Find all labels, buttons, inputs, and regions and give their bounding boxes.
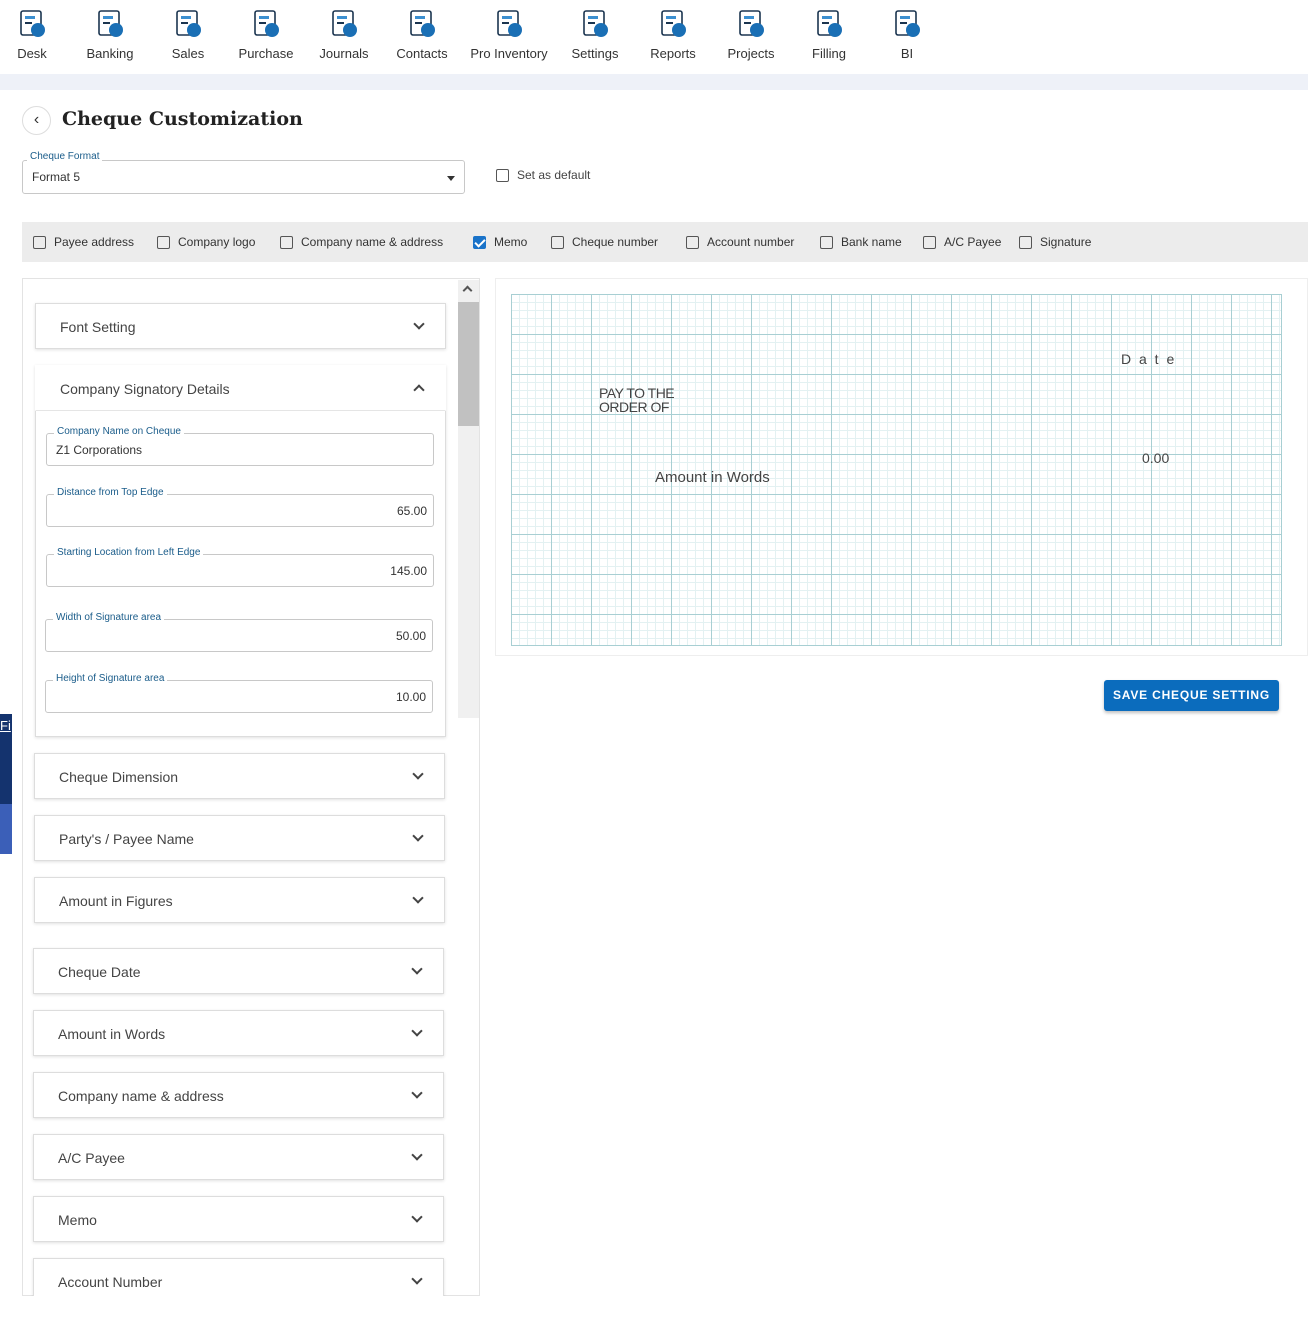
checkbox[interactable] <box>551 236 564 250</box>
nav-pro-inventory[interactable]: Pro Inventory <box>459 0 559 74</box>
field-company-name-on-cheque[interactable]: Z1 Corporations <box>46 433 434 466</box>
field-width-of-signature-area[interactable]: 50.00 <box>45 619 433 652</box>
nav-contacts[interactable]: Contacts <box>383 0 461 74</box>
chevron-down-icon <box>412 830 424 842</box>
field-height-of-signature-area[interactable]: 10.00 <box>45 680 433 713</box>
preview-amount: 0.00 <box>1142 450 1170 466</box>
accordion-font-setting[interactable]: Font Setting <box>35 303 446 349</box>
chevron-down-icon <box>411 1025 423 1037</box>
checkbox[interactable] <box>157 236 170 250</box>
checkbox[interactable] <box>820 236 833 250</box>
nav-journals[interactable]: Journals <box>305 0 383 74</box>
contacts-icon <box>410 10 435 37</box>
journals-icon <box>332 10 357 37</box>
toggle-company-name-address[interactable]: Company name & address <box>280 235 443 250</box>
cheque-preview-grid: D a t e PAY TO THE ORDER OF 0.00 Amount i… <box>511 294 1282 646</box>
chevron-down-icon <box>412 892 424 904</box>
set-default-checkbox[interactable]: Set as default <box>496 168 590 183</box>
top-nav: Desk Banking Sales Purchase Journals Contacts… <box>0 0 1308 74</box>
nav-settings[interactable]: Settings <box>556 0 634 74</box>
toggle-a-c-payee[interactable]: A/C Payee <box>923 235 1001 250</box>
accordion-a-c-payee[interactable]: A/C Payee <box>33 1134 444 1180</box>
toggle-payee-address[interactable]: Payee address <box>33 235 134 250</box>
checkbox[interactable] <box>280 236 293 250</box>
chevron-down-icon <box>413 318 425 330</box>
toggle-memo[interactable]: Memo <box>473 235 527 250</box>
checkbox[interactable] <box>923 236 936 250</box>
bank-icon <box>98 10 123 37</box>
purchase-icon <box>254 10 279 37</box>
reports-icon <box>661 10 686 37</box>
background-window-fragment: Fi <box>0 714 12 854</box>
background-fragment-text: Fi <box>0 718 11 733</box>
accordion-cheque-dimension[interactable]: Cheque Dimension <box>34 753 445 799</box>
cheque-format-value: Format 5 <box>32 170 81 184</box>
nav-banking[interactable]: Banking <box>71 0 149 74</box>
chevron-down-icon <box>411 1087 423 1099</box>
nav-reports[interactable]: Reports <box>634 0 712 74</box>
accordion-amount-in-words[interactable]: Amount in Words <box>33 1010 444 1056</box>
projects-icon <box>739 10 764 37</box>
scrollbar[interactable] <box>458 280 479 718</box>
chevron-down-icon <box>411 1149 423 1161</box>
field-label: Distance from Top Edge <box>54 487 167 498</box>
field-distance-from-top-edge[interactable]: 65.00 <box>46 494 434 527</box>
chevron-down-icon <box>411 963 423 975</box>
scrollbar-thumb <box>458 302 479 426</box>
nav-bi[interactable]: BI <box>868 0 946 74</box>
inventory-icon <box>497 10 522 37</box>
accordion-company-name-address[interactable]: Company name & address <box>33 1072 444 1118</box>
field-label: Company Name on Cheque <box>54 426 184 437</box>
accordion-memo[interactable]: Memo <box>33 1196 444 1242</box>
toggle-cheque-number[interactable]: Cheque number <box>551 235 658 250</box>
field-toggle-bar: Payee address Company logo Company name & … <box>22 222 1308 262</box>
checkbox[interactable] <box>33 236 46 250</box>
save-cheque-setting-button[interactable]: SAVE CHEQUE SETTING <box>1104 680 1279 711</box>
accordion-cheque-date[interactable]: Cheque Date <box>33 948 444 994</box>
sales-icon <box>176 10 201 37</box>
page-title: Cheque Customization <box>62 108 303 130</box>
nav-desk[interactable]: Desk <box>0 0 71 74</box>
filling-icon <box>817 10 842 37</box>
field-label: Height of Signature area <box>53 673 168 684</box>
toggle-bank-name[interactable]: Bank name <box>820 235 902 250</box>
checkbox[interactable] <box>686 236 699 250</box>
accordion-account-number[interactable]: Account Number <box>33 1258 444 1296</box>
preview-date: D a t e <box>1121 351 1177 367</box>
cheque-format-select[interactable]: Format 5 <box>22 160 465 194</box>
nav-projects[interactable]: Projects <box>712 0 790 74</box>
nav-filling[interactable]: Filling <box>790 0 868 74</box>
accordion-amount-in-figures[interactable]: Amount in Figures <box>34 877 445 923</box>
field-label: Width of Signature area <box>53 612 165 623</box>
field-label: Starting Location from Left Edge <box>54 547 204 558</box>
caret-down-icon <box>447 176 455 185</box>
chevron-down-icon <box>411 1211 423 1223</box>
checkbox[interactable] <box>1019 236 1032 250</box>
scroll-up-icon <box>462 285 473 296</box>
bottom-fade <box>0 1296 1308 1336</box>
settings-icon <box>583 10 608 37</box>
accordion-header-signatory[interactable]: Company Signatory Details <box>35 365 446 411</box>
toggle-account-number[interactable]: Account number <box>686 235 794 250</box>
nav-sales[interactable]: Sales <box>149 0 227 74</box>
preview-pay-to: PAY TO THE ORDER OF <box>599 385 675 415</box>
field-starting-location-from-left-edge[interactable]: 145.00 <box>46 554 434 587</box>
preview-amount-words: Amount in Words <box>655 469 770 486</box>
accordion-party-s-payee-name[interactable]: Party's / Payee Name <box>34 815 445 861</box>
nav-divider <box>0 74 1308 90</box>
chevron-down-icon <box>412 768 424 780</box>
cheque-format-label: Cheque Format <box>27 151 103 162</box>
chevron-up-icon <box>413 384 425 396</box>
bi-icon <box>895 10 920 37</box>
checkbox[interactable] <box>473 236 486 250</box>
nav-purchase[interactable]: Purchase <box>227 0 305 74</box>
toggle-signature[interactable]: Signature <box>1019 235 1091 250</box>
desk-icon <box>20 10 45 37</box>
toggle-company-logo[interactable]: Company logo <box>157 235 255 250</box>
back-button[interactable]: ‹ <box>22 106 51 135</box>
chevron-down-icon <box>411 1273 423 1285</box>
